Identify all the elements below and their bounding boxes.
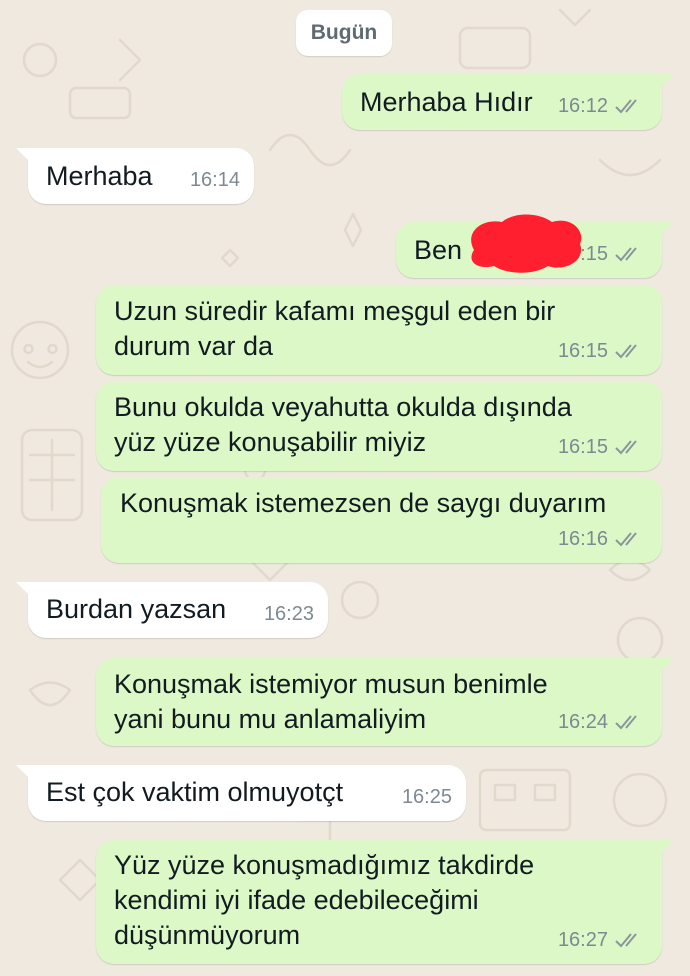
- message-outgoing[interactable]: Konuşmak istemezsen de saygı duyarım 16:…: [101, 477, 662, 563]
- message-meta: 16:27: [558, 923, 644, 958]
- message-time: 16:27: [557, 929, 608, 951]
- message-meta: 16:25: [402, 780, 452, 815]
- double-check-icon: [615, 98, 637, 113]
- message-meta: 16:12: [558, 89, 644, 124]
- message-meta: 16:24: [558, 705, 644, 740]
- message-text: Est çok vaktim olmuyotçt: [46, 777, 344, 807]
- message-text: Konuşmak istemiyor musun benimle yani bu…: [114, 669, 548, 734]
- message-time: 16:23: [263, 603, 314, 625]
- double-check-icon: [615, 343, 637, 358]
- message-text: Ben: [414, 235, 463, 265]
- message-text: Merhaba: [46, 161, 153, 191]
- message-time: 16:15: [557, 340, 608, 362]
- message-meta: 16:14: [190, 163, 240, 198]
- double-check-icon: [615, 932, 637, 947]
- message-time: 16:16: [557, 528, 608, 550]
- message-time: 16:25: [401, 786, 452, 808]
- double-check-icon: [615, 439, 637, 454]
- double-check-icon: [615, 246, 637, 261]
- message-meta: 16:15: [558, 430, 644, 465]
- message-incoming[interactable]: Merhaba 16:14: [16, 148, 254, 204]
- message-outgoing[interactable]: Bunu okulda veyahutta okulda dışında yüz…: [96, 381, 662, 471]
- message-outgoing[interactable]: Konuşmak istemiyor musun benimle yani bu…: [96, 658, 674, 746]
- message-time: 16:15: [557, 436, 608, 458]
- message-text: Uzun süredir kafamı meşgul eden bir duru…: [114, 296, 556, 361]
- date-separator: Bugün: [296, 10, 392, 56]
- message-text: Merhaba Hıdır: [360, 87, 533, 117]
- message-text: Bunu okulda veyahutta okulda dışında yüz…: [114, 392, 572, 457]
- message-outgoing[interactable]: Uzun süredir kafamı meşgul eden bir duru…: [96, 285, 662, 375]
- message-time: 16:14: [189, 169, 240, 191]
- double-check-icon: [615, 531, 637, 546]
- message-time: 16:24: [557, 711, 608, 733]
- double-check-icon: [615, 714, 637, 729]
- message-outgoing[interactable]: Merhaba Hıdır 16:12: [342, 74, 674, 130]
- message-text: Yüz yüze konuşmadığımız takdirde kendimi…: [114, 850, 535, 950]
- message-meta: 16:23: [264, 597, 314, 632]
- message-incoming[interactable]: Burdan yazsan 16:23: [16, 582, 328, 638]
- message-incoming[interactable]: Est çok vaktim olmuyotçt 16:25: [16, 765, 466, 821]
- message-outgoing[interactable]: Yüz yüze konuşmadığımız takdirde kendimi…: [96, 840, 674, 964]
- message-text: Burdan yazsan: [46, 594, 227, 624]
- redaction-scribble: [471, 214, 582, 273]
- message-text: Konuşmak istemezsen de saygı duyarım: [120, 488, 607, 518]
- message-meta: 16:16: [558, 522, 644, 557]
- message-meta: 16:15: [558, 334, 644, 369]
- message-time: 16:12: [557, 95, 608, 117]
